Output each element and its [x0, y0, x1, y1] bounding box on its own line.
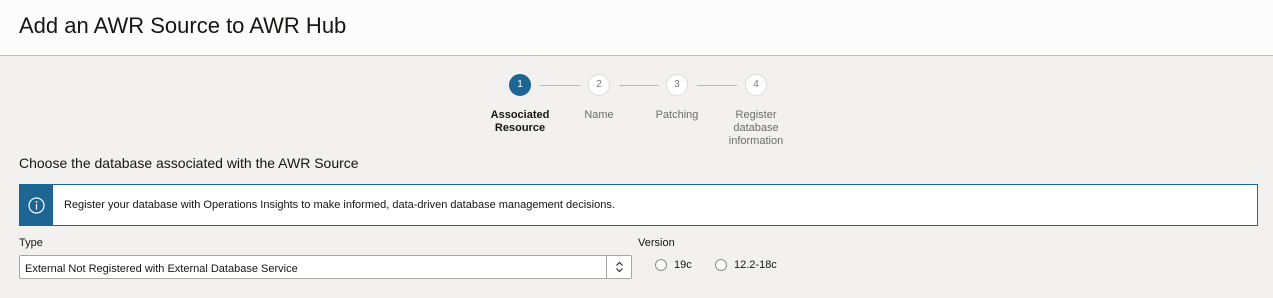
- step-connector: [540, 85, 580, 86]
- step-connector: [619, 85, 659, 86]
- step-4-label: Register database information: [728, 109, 784, 147]
- step-4-circle[interactable]: 4: [745, 74, 767, 96]
- step-train: 1 2 3 4 Associated Resource Name Patchin…: [0, 0, 1273, 160]
- version-option-label: 19c: [674, 259, 692, 271]
- select-toggle[interactable]: [606, 256, 631, 278]
- step-2-circle[interactable]: 2: [588, 74, 610, 96]
- step-3-circle[interactable]: 3: [666, 74, 688, 96]
- info-banner-strip: [20, 185, 53, 225]
- info-icon: [28, 197, 45, 214]
- version-radio-19c[interactable]: [655, 259, 667, 271]
- step-1-circle[interactable]: 1: [509, 74, 531, 96]
- step-connector: [697, 85, 737, 86]
- step-1-label: Associated Resource: [490, 109, 550, 134]
- type-select-value: External Not Registered with External Da…: [25, 263, 298, 275]
- type-select[interactable]: External Not Registered with External Da…: [19, 255, 632, 279]
- version-radio-12-2-18c[interactable]: [715, 259, 727, 271]
- type-label: Type: [19, 237, 43, 249]
- chevron-up-down-icon: [616, 261, 623, 273]
- info-message: Register your database with Operations I…: [64, 199, 615, 211]
- version-option-label: 12.2-18c: [734, 259, 777, 271]
- info-banner: Register your database with Operations I…: [19, 184, 1258, 226]
- version-label: Version: [638, 237, 675, 249]
- step-3-label: Patching: [655, 109, 699, 121]
- step-2-label: Name: [584, 109, 614, 121]
- section-title: Choose the database associated with the …: [19, 155, 359, 171]
